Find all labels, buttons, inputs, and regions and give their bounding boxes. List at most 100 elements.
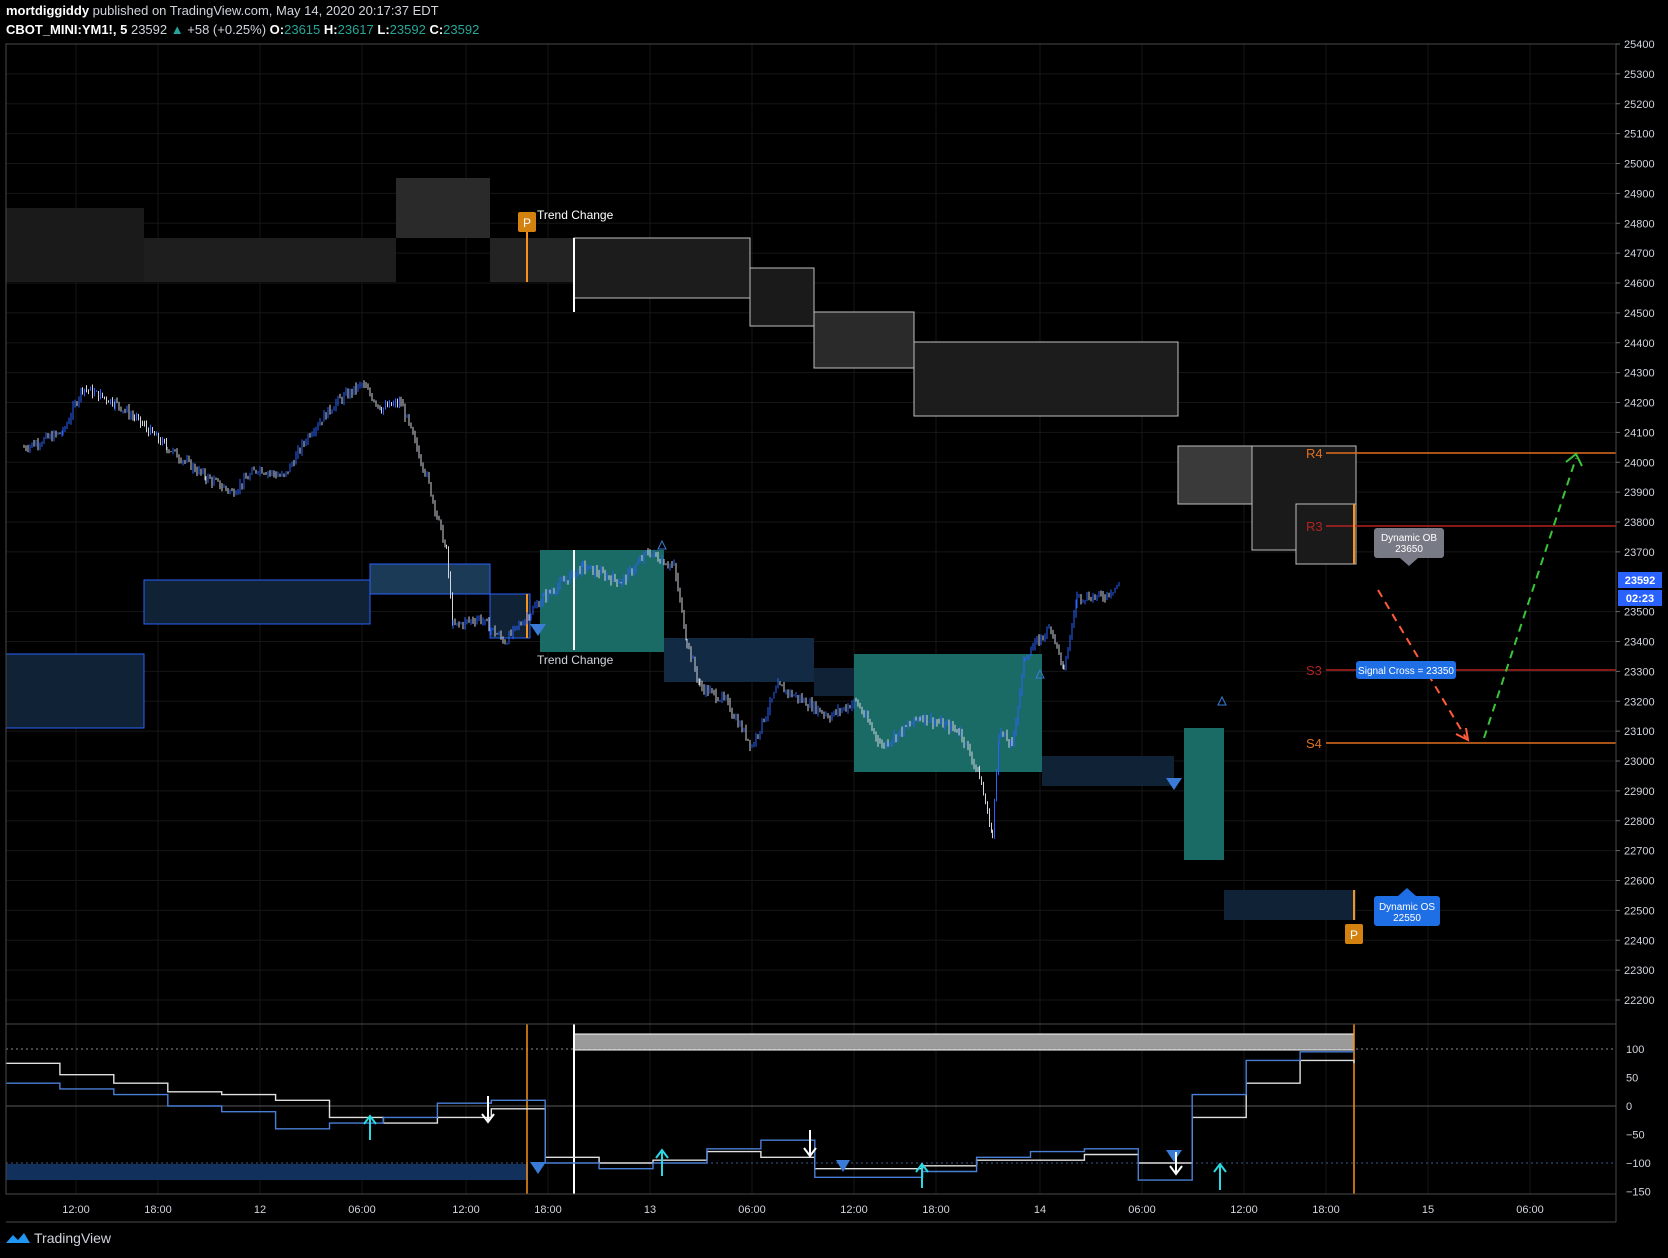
time-tick-label: 06:00	[1516, 1204, 1544, 1216]
price-tick-label: 22200	[1624, 995, 1655, 1007]
price-tick-label: 25300	[1624, 69, 1655, 81]
time-tick-label: 18:00	[144, 1204, 172, 1216]
teal-zone	[854, 654, 1042, 772]
demand-box	[814, 668, 854, 696]
callouts: Dynamic OB 23650 Dynamic OS 22550 Signal…	[1356, 528, 1456, 926]
price-tick-label: 22400	[1624, 935, 1655, 947]
osc-tick-label: 0	[1626, 1101, 1632, 1113]
supply-box	[6, 208, 144, 282]
dynamic-os-title: Dynamic OS	[1379, 902, 1435, 913]
tradingview-watermark[interactable]: TradingView	[6, 1230, 111, 1246]
dynamic-ob-title: Dynamic OB	[1381, 533, 1437, 544]
oscillator-os-band	[6, 1164, 528, 1180]
supply-box	[573, 237, 751, 299]
last-price-tag: 23592 02:23	[1618, 572, 1662, 606]
time-tick-label: 18:00	[1312, 1204, 1340, 1216]
price-tick-label: 22600	[1624, 876, 1655, 888]
time-tick-label: 18:00	[922, 1204, 950, 1216]
price-tick-label: 22300	[1624, 965, 1655, 977]
time-tick-label: 13	[644, 1204, 656, 1216]
price-tick-label: 24600	[1624, 278, 1655, 290]
oscillator-axis[interactable]: 100 50 0 −50 −100 −150	[1626, 1044, 1651, 1199]
time-tick-label: 14	[1034, 1204, 1046, 1216]
price-tick-label: 24200	[1624, 398, 1655, 410]
s4-label: S4	[1306, 736, 1322, 751]
osc-tick-label: −150	[1626, 1187, 1651, 1199]
price-axis[interactable]: 25400 25300 25200 25100 25000 24900 24800 24700…	[1616, 39, 1655, 1007]
tradingview-brand: TradingView	[34, 1230, 112, 1246]
s3-label: S3	[1306, 663, 1322, 678]
osc-tick-label: 50	[1626, 1073, 1638, 1085]
price-tick-label: 23800	[1624, 517, 1655, 529]
up-arrow-icon	[1213, 1162, 1227, 1190]
price-tick-label: 23000	[1624, 756, 1655, 768]
osc-tick-label: 100	[1626, 1044, 1644, 1056]
price-tick-label: 22700	[1624, 846, 1655, 858]
price-tick-label: 23300	[1624, 666, 1655, 678]
r3-label: R3	[1306, 519, 1323, 534]
bearish-arrowhead	[1455, 727, 1470, 742]
price-tick-label: 25200	[1624, 99, 1655, 111]
time-tick-label: 15	[1422, 1204, 1434, 1216]
teal-zone	[1184, 728, 1224, 860]
supply-box	[490, 238, 574, 282]
down-triangle-icon	[530, 1162, 546, 1174]
down-triangle-icon	[836, 1160, 850, 1172]
demand-box	[5, 653, 145, 729]
time-tick-label: 12	[254, 1204, 266, 1216]
dynamic-os-value: 22550	[1393, 913, 1421, 924]
price-tick-label: 25400	[1624, 39, 1655, 51]
time-tick-label: 12:00	[840, 1204, 868, 1216]
demand-box	[489, 593, 531, 639]
price-tick-label: 22800	[1624, 816, 1655, 828]
price-tick-label: 24800	[1624, 218, 1655, 230]
indicator-zones	[5, 178, 1357, 920]
price-tick-label: 22500	[1624, 905, 1655, 917]
oscillator-pane	[5, 1024, 1616, 1194]
pivot-marker-label: P	[1350, 928, 1358, 942]
time-tick-label: 12:00	[452, 1204, 480, 1216]
supply-box	[813, 311, 915, 369]
trend-change-top: Trend Change	[537, 208, 614, 222]
osc-tick-label: −100	[1626, 1158, 1651, 1170]
up-triangle-icon	[657, 539, 667, 550]
trend-change-bottom: Trend Change	[537, 653, 614, 667]
supply-box	[144, 238, 396, 282]
price-tick-label: 24700	[1624, 248, 1655, 260]
price-tick-label: 23900	[1624, 487, 1655, 499]
last-price-axis-label: 23592	[1625, 575, 1656, 587]
projection-arrows	[1377, 452, 1583, 742]
teal-zone	[540, 550, 664, 652]
supply-box	[913, 341, 1179, 417]
price-tick-label: 24500	[1624, 308, 1655, 320]
price-tick-label: 25000	[1624, 159, 1655, 171]
bullish-arrowhead	[1565, 452, 1583, 467]
dynamic-ob-value: 23650	[1395, 544, 1423, 555]
price-tick-label: 25100	[1624, 129, 1655, 141]
up-arrow-icon	[915, 1162, 929, 1188]
price-tick-label: 24900	[1624, 188, 1655, 200]
tradingview-logo-icon	[6, 1233, 30, 1243]
oscillator-line-white	[5, 1059, 1355, 1170]
up-arrow-icon	[363, 1114, 377, 1140]
time-tick-label: 12:00	[62, 1204, 90, 1216]
supply-box	[1295, 503, 1357, 565]
demand-box	[143, 579, 371, 625]
price-tick-label: 24100	[1624, 427, 1655, 439]
osc-tick-label: −50	[1626, 1130, 1645, 1142]
demand-box	[1224, 890, 1356, 920]
price-tick-label: 22900	[1624, 786, 1655, 798]
demand-box	[1042, 756, 1174, 786]
dynamic-os-pointer	[1398, 888, 1416, 896]
time-axis[interactable]: 12:00 18:00 12 06:00 12:00 18:00 13 06:00 12:00 1…	[62, 1204, 1544, 1216]
price-chart[interactable]: R4 R3 S3 S4 P Trend Change Trend Change …	[0, 0, 1668, 1258]
signal-cross-label: Signal Cross = 23350	[1358, 666, 1454, 677]
price-tick-label: 23700	[1624, 547, 1655, 559]
down-triangle-icon	[1166, 1150, 1182, 1162]
supply-box	[396, 178, 490, 238]
price-tick-label: 24300	[1624, 368, 1655, 380]
demand-box	[369, 563, 491, 595]
r4-label: R4	[1306, 446, 1323, 461]
price-tick-label: 23100	[1624, 726, 1655, 738]
pivot-marker-label: P	[523, 216, 531, 230]
